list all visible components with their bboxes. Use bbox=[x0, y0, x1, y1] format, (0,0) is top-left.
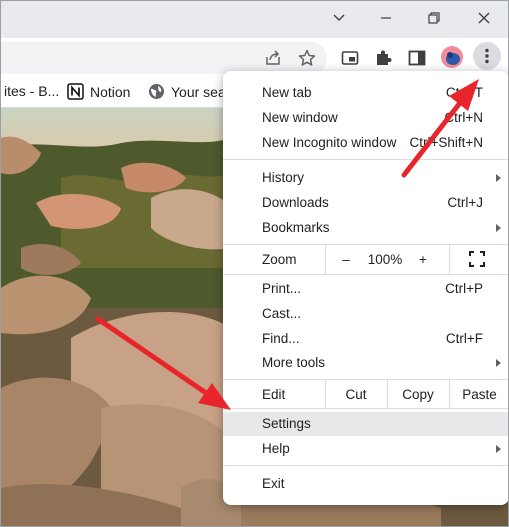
menu-item-label: New tab bbox=[262, 85, 312, 100]
bookmark-label: Your sea bbox=[171, 83, 226, 100]
menu-item-find[interactable]: Find... Ctrl+F bbox=[223, 327, 508, 351]
side-panel-icon bbox=[408, 50, 426, 66]
bookmark-item-notion[interactable]: Notion bbox=[67, 83, 130, 100]
menu-item-settings[interactable]: Settings bbox=[223, 412, 508, 436]
chrome-menu-button[interactable] bbox=[473, 42, 501, 70]
picture-in-picture-icon bbox=[341, 51, 359, 65]
menu-item-new-tab[interactable]: New tab Ctrl+T bbox=[223, 81, 508, 105]
submenu-arrow-icon bbox=[496, 445, 501, 453]
paste-button[interactable]: Paste bbox=[450, 387, 508, 402]
menu-item-shortcut: Ctrl+N bbox=[444, 110, 483, 125]
menu-cell-divider bbox=[449, 245, 450, 274]
menu-separator bbox=[223, 465, 508, 466]
menu-cell-divider bbox=[325, 245, 326, 274]
menu-separator bbox=[223, 408, 508, 409]
star-icon bbox=[298, 49, 316, 66]
menu-item-label: Settings bbox=[262, 416, 311, 431]
kebab-menu-icon bbox=[485, 48, 489, 64]
menu-item-print[interactable]: Print... Ctrl+P bbox=[223, 277, 508, 301]
restore-button[interactable] bbox=[411, 1, 457, 35]
submenu-arrow-icon bbox=[496, 174, 501, 182]
minimize-window-button[interactable] bbox=[363, 1, 409, 35]
profile-avatar-icon bbox=[446, 52, 460, 65]
menu-item-label: Exit bbox=[262, 476, 285, 491]
menu-separator bbox=[223, 274, 508, 275]
zoom-level: 100% bbox=[367, 252, 403, 267]
menu-item-label: Downloads bbox=[262, 195, 329, 210]
chevron-down-icon bbox=[333, 14, 345, 21]
menu-item-exit[interactable]: Exit bbox=[223, 472, 508, 496]
menu-item-history[interactable]: History bbox=[223, 166, 508, 190]
menu-item-shortcut: Ctrl+T bbox=[445, 85, 483, 100]
extensions-button[interactable] bbox=[370, 45, 396, 71]
menu-item-cast[interactable]: Cast... bbox=[223, 302, 508, 326]
browser-window: ites - B... Notion Your sea New tab Ctrl… bbox=[0, 0, 509, 527]
menu-item-more-tools[interactable]: More tools bbox=[223, 351, 508, 375]
close-window-button[interactable] bbox=[461, 1, 507, 35]
menu-item-new-incognito-window[interactable]: New Incognito window Ctrl+Shift+N bbox=[223, 131, 508, 155]
menu-item-label: Print... bbox=[262, 281, 302, 296]
menu-item-shortcut: Ctrl+Shift+N bbox=[409, 135, 483, 150]
submenu-arrow-icon bbox=[496, 224, 501, 232]
menu-item-shortcut: Ctrl+F bbox=[445, 331, 483, 346]
submenu-arrow-icon bbox=[496, 359, 501, 367]
menu-item-label: History bbox=[262, 170, 305, 185]
share-icon bbox=[266, 50, 280, 65]
minimize-button[interactable] bbox=[316, 1, 362, 35]
fullscreen-icon bbox=[469, 251, 485, 267]
menu-item-shortcut: Ctrl+P bbox=[445, 281, 483, 296]
bookmark-item[interactable]: ites - B... bbox=[4, 83, 59, 99]
share-button[interactable] bbox=[260, 45, 286, 71]
edit-label: Edit bbox=[262, 387, 286, 402]
chrome-menu: New tab Ctrl+T New window Ctrl+N New Inc… bbox=[223, 71, 508, 505]
restore-icon bbox=[428, 12, 440, 24]
bookmark-item-search[interactable]: Your sea bbox=[148, 83, 226, 100]
menu-item-label: More tools bbox=[262, 355, 326, 370]
bookmark-star-button[interactable] bbox=[294, 45, 320, 71]
menu-item-label: Cast... bbox=[262, 306, 302, 321]
menu-item-downloads[interactable]: Downloads Ctrl+J bbox=[223, 191, 508, 215]
title-bar bbox=[1, 1, 508, 38]
notion-icon bbox=[67, 83, 84, 100]
globe-icon bbox=[149, 84, 164, 99]
menu-item-label: Find... bbox=[262, 331, 300, 346]
menu-item-label: New Incognito window bbox=[262, 135, 397, 150]
bookmark-label: ites - B... bbox=[4, 83, 60, 99]
menu-item-new-window[interactable]: New window Ctrl+N bbox=[223, 106, 508, 130]
menu-item-shortcut: Ctrl+J bbox=[447, 195, 483, 210]
menu-item-label: Help bbox=[262, 441, 290, 456]
menu-item-bookmarks[interactable]: Bookmarks bbox=[223, 216, 508, 240]
cut-button[interactable]: Cut bbox=[326, 387, 386, 402]
fullscreen-button[interactable] bbox=[467, 251, 487, 269]
copy-button[interactable]: Copy bbox=[388, 387, 448, 402]
zoom-label: Zoom bbox=[262, 252, 297, 267]
minimize-icon bbox=[381, 17, 391, 19]
menu-item-help[interactable]: Help bbox=[223, 437, 508, 461]
menu-item-label: New window bbox=[262, 110, 338, 125]
side-panel-button[interactable] bbox=[404, 45, 430, 71]
puzzle-icon bbox=[377, 50, 392, 65]
menu-item-label: Bookmarks bbox=[262, 220, 330, 235]
menu-separator bbox=[223, 159, 508, 160]
close-icon bbox=[478, 12, 490, 24]
zoom-in-button[interactable]: + bbox=[412, 252, 434, 267]
avatar[interactable] bbox=[441, 46, 463, 68]
zoom-out-button[interactable]: – bbox=[335, 252, 357, 267]
picture-in-picture-button[interactable] bbox=[337, 45, 363, 71]
bookmark-label: Notion bbox=[90, 83, 131, 100]
